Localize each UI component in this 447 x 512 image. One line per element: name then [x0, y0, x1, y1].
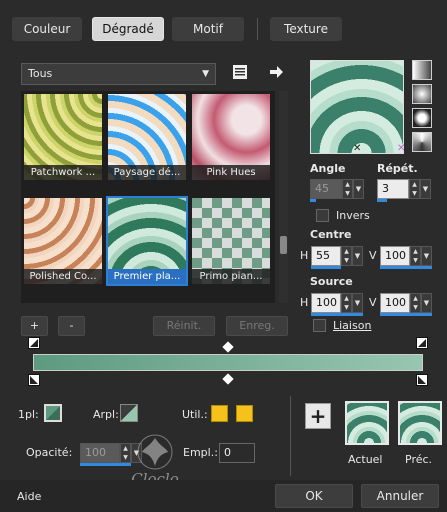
remove-gradient-button[interactable]: - — [58, 316, 85, 336]
source-marker-icon[interactable]: ✕ — [397, 143, 405, 154]
gallery-item-primo-piano[interactable]: Primo pian... — [192, 198, 270, 284]
angle-label: Angle — [310, 162, 346, 175]
vertical-divider — [290, 396, 291, 476]
gallery-item-polished-copper[interactable]: Polished Co... — [24, 198, 102, 284]
angle-slider[interactable] — [310, 199, 316, 202]
center-h-slider[interactable] — [311, 266, 341, 269]
current-gradient-swatch[interactable] — [345, 401, 389, 445]
gallery-scrollbar[interactable] — [279, 91, 288, 303]
source-v-input[interactable]: 100 — [380, 293, 410, 313]
gallery-item-patchwork[interactable]: Patchwork ... — [24, 94, 102, 180]
reset-button[interactable]: Réinit. — [153, 316, 215, 336]
opacity-label: Opacité: — [26, 446, 73, 459]
source-h-dropdown[interactable]: ▼ — [352, 293, 363, 313]
tab-separator — [257, 18, 258, 40]
arrow-right-icon[interactable] — [268, 64, 284, 80]
background-swatch[interactable] — [120, 404, 138, 422]
center-v-input[interactable]: 100 — [380, 246, 410, 266]
repeat-stepper[interactable]: ▲ ▼ — [409, 179, 420, 199]
rectangular-gradient-style-button[interactable] — [412, 84, 432, 104]
previous-gradient-swatch[interactable] — [398, 401, 442, 445]
gallery-item-label: Polished Co... — [24, 269, 102, 284]
gallery-item-label: Premier pla... — [108, 269, 186, 284]
angle-dropdown[interactable]: ▼ — [353, 179, 364, 199]
source-h-input[interactable]: 100 — [311, 293, 341, 313]
angle-input[interactable]: 45 — [310, 179, 342, 199]
gallery-item-label: Patchwork ... — [24, 165, 102, 180]
center-h-dropdown[interactable]: ▼ — [352, 246, 363, 266]
center-v-label: V — [369, 249, 377, 262]
midpoint-marker-bottom[interactable] — [222, 373, 234, 385]
save-gradient-button[interactable]: Enreg. — [226, 316, 288, 336]
end-color-stop-icon[interactable] — [416, 374, 428, 386]
center-h-stepper[interactable]: ▲ ▼ — [341, 246, 352, 266]
background-label: Arpl: — [93, 408, 119, 421]
empl-input[interactable]: 0 — [219, 443, 255, 463]
help-link[interactable]: Aide — [17, 490, 41, 503]
tab-couleur[interactable]: Couleur — [12, 17, 82, 41]
current-label: Actuel — [348, 453, 383, 466]
source-v-dropdown[interactable]: ▼ — [421, 293, 432, 313]
center-v-slider[interactable] — [380, 266, 432, 269]
center-v-dropdown[interactable]: ▼ — [421, 246, 432, 266]
link-checkbox[interactable] — [313, 319, 326, 332]
gallery-scrollbar-thumb[interactable] — [280, 236, 287, 254]
repeat-slider[interactable] — [377, 199, 387, 202]
util-label: Util.: — [182, 408, 208, 421]
source-h-stepper[interactable]: ▲ ▼ — [341, 293, 352, 313]
util-swatch-1[interactable] — [211, 405, 228, 422]
add-gradient-button[interactable]: + — [21, 316, 48, 336]
gallery-item-label: Paysage dé... — [108, 165, 186, 180]
center-label: Centre — [310, 228, 352, 241]
center-h-input[interactable]: 55 — [311, 246, 341, 266]
tab-texture[interactable]: Texture — [270, 17, 342, 41]
ok-button[interactable]: OK — [275, 484, 353, 508]
gallery-item-paysage[interactable]: Paysage dé... — [108, 94, 186, 180]
gradient-gallery: Patchwork ... Paysage dé... Pink Hues Po… — [21, 91, 275, 303]
invert-label: Invers — [336, 209, 370, 222]
linear-gradient-style-button[interactable] — [412, 60, 432, 80]
radial-gradient-style-button[interactable] — [412, 132, 432, 152]
tab-degrade[interactable]: Dégradé — [92, 17, 164, 41]
angle-stepper[interactable]: ▲ ▼ — [342, 179, 353, 199]
source-v-slider[interactable] — [380, 313, 432, 316]
source-h-slider[interactable] — [311, 313, 363, 316]
gallery-item-pink-hues[interactable]: Pink Hues — [192, 94, 270, 180]
list-view-icon[interactable] — [232, 64, 248, 80]
tab-motif[interactable]: Motif — [172, 17, 244, 41]
center-h-label: H — [300, 249, 309, 262]
gallery-item-label: Pink Hues — [192, 165, 270, 180]
center-v-stepper[interactable]: ▲ ▼ — [410, 246, 421, 266]
center-marker-icon[interactable]: ✕ — [353, 143, 361, 154]
chevron-down-icon: ▼ — [202, 69, 209, 79]
category-dropdown[interactable]: Tous ▼ — [21, 63, 216, 85]
invert-checkbox[interactable] — [316, 209, 329, 222]
repeat-label: Répét. — [377, 162, 418, 175]
source-h-label: H — [300, 296, 309, 309]
source-v-label: V — [369, 296, 377, 309]
repeat-input[interactable]: 3 — [377, 179, 409, 199]
midpoint-marker-top[interactable] — [222, 341, 234, 353]
end-stop-marker-icon[interactable] — [416, 337, 428, 349]
gallery-item-premier-plan[interactable]: Premier pla... — [106, 196, 188, 286]
start-color-stop-icon[interactable] — [28, 374, 40, 386]
foreground-label: 1pl: — [18, 408, 39, 421]
previous-label: Préc. — [405, 453, 433, 466]
add-plus-icon[interactable]: + — [305, 403, 331, 429]
gallery-item-label: Primo pian... — [192, 269, 270, 284]
category-dropdown-value: Tous — [28, 67, 53, 80]
source-v-stepper[interactable]: ▲ ▼ — [410, 293, 421, 313]
source-label: Source — [310, 275, 353, 288]
repeat-dropdown[interactable]: ▼ — [420, 179, 431, 199]
gradient-preview-large[interactable]: ✕ ✕ — [310, 60, 405, 154]
start-stop-marker-icon[interactable] — [28, 337, 40, 349]
cancel-button[interactable]: Annuler — [361, 484, 439, 508]
util-swatch-2[interactable] — [236, 405, 253, 422]
link-label: Liaison — [333, 319, 372, 332]
gradient-editor-bar[interactable] — [33, 354, 423, 371]
foreground-swatch[interactable] — [44, 404, 62, 422]
sunburst-gradient-style-button[interactable] — [412, 108, 432, 128]
